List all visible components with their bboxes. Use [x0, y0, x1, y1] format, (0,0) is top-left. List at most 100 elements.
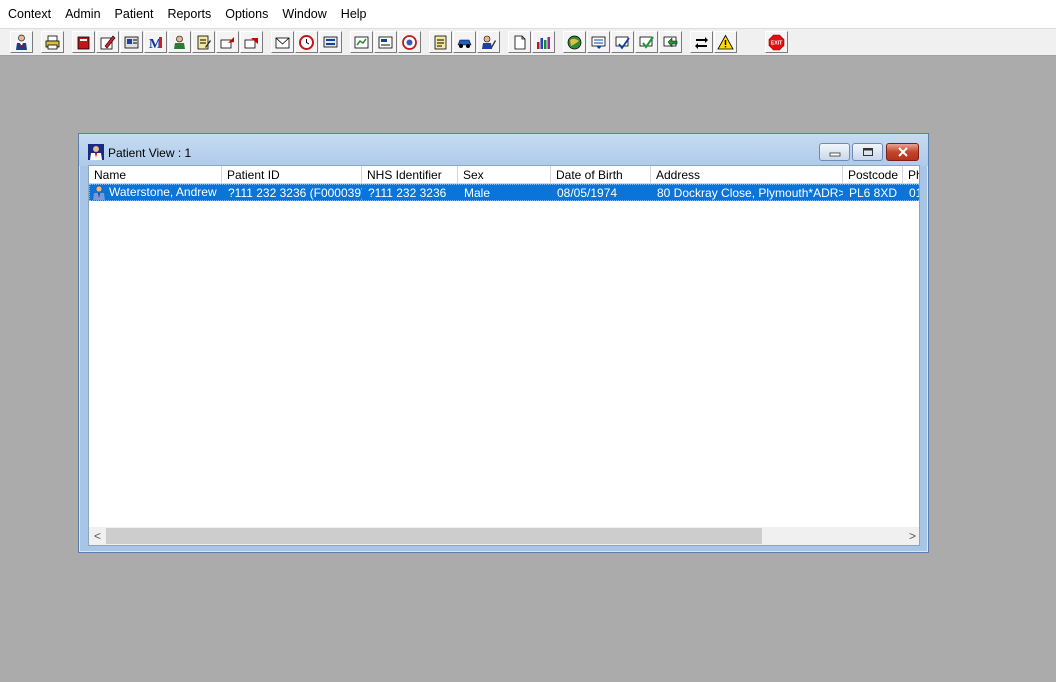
toolbar-group-exit: EXIT: [765, 31, 789, 53]
chart-button[interactable]: [350, 31, 373, 53]
toolbar-group-comms: [271, 31, 343, 53]
document-button[interactable]: [429, 31, 452, 53]
column-header-postcode[interactable]: Postcode: [843, 166, 903, 184]
toolbar-group-alerts: [690, 31, 738, 53]
edit-record-icon: [100, 35, 116, 49]
globe-button[interactable]: [563, 31, 586, 53]
window-titlebar[interactable]: Patient View : 1: [79, 134, 928, 166]
user-edit-icon: [482, 35, 496, 49]
form-button[interactable]: [374, 31, 397, 53]
cell-date-of-birth: 08/05/1974: [557, 186, 618, 200]
clock-button[interactable]: [295, 31, 318, 53]
close-icon: [897, 147, 908, 157]
bar-chart-icon: [537, 36, 550, 49]
checklist-icon: [591, 36, 606, 49]
maximize-button[interactable]: [852, 143, 883, 161]
accept-icon: [639, 35, 654, 49]
exit-icon-label: EXIT: [771, 40, 783, 46]
column-header-date-of-birth[interactable]: Date of Birth: [551, 166, 651, 184]
column-header-phone[interactable]: Ph: [903, 166, 919, 184]
horizontal-scrollbar[interactable]: < >: [89, 527, 919, 545]
letter-icon: [275, 37, 290, 48]
notes-icon: [197, 35, 211, 49]
car-button[interactable]: [453, 31, 476, 53]
scroll-left-icon[interactable]: <: [89, 527, 106, 545]
refresh-button[interactable]: [659, 31, 682, 53]
contacts-button[interactable]: [120, 31, 143, 53]
mail-icon: M: [149, 36, 162, 51]
cell-nhs-identifier: ?111 232 3236: [368, 186, 447, 200]
bar-chart-button[interactable]: [532, 31, 555, 53]
toolbar-group-print: [41, 31, 65, 53]
menu-reports[interactable]: Reports: [160, 2, 218, 26]
toolbar: M EXIT: [0, 28, 1056, 56]
restore-icon: [862, 148, 873, 156]
cell-phone: 01: [909, 186, 919, 200]
column-header-address[interactable]: Address: [651, 166, 843, 184]
menu-bar: Context Admin Patient Reports Options Wi…: [0, 0, 1056, 28]
refresh-icon: [663, 36, 678, 48]
menu-admin[interactable]: Admin: [58, 2, 107, 26]
menu-context[interactable]: Context: [1, 2, 58, 26]
patient-window-icon: [88, 144, 104, 160]
column-header-sex[interactable]: Sex: [458, 166, 551, 184]
exit-button[interactable]: EXIT: [765, 31, 788, 53]
contacts-icon: [124, 36, 139, 48]
minimize-button[interactable]: [819, 143, 850, 161]
patient-list-view: Name Patient ID NHS Identifier Sex Date …: [88, 165, 920, 546]
person-button[interactable]: [168, 31, 191, 53]
toolbar-group-pages: [508, 31, 556, 53]
close-button[interactable]: [886, 143, 919, 161]
person-icon: [174, 35, 185, 49]
referral-button[interactable]: [216, 31, 239, 53]
edit-record-button[interactable]: [96, 31, 119, 53]
transfer-icon: [244, 37, 258, 48]
checklist-button[interactable]: [587, 31, 610, 53]
column-header-nhs-identifier[interactable]: NHS Identifier: [362, 166, 458, 184]
patient-view-window: Patient View : 1 Name Patient ID NHS Ide…: [78, 133, 929, 553]
patient-search-button[interactable]: [10, 31, 33, 53]
cell-address: 80 Dockray Close, Plymouth*ADR>>: [657, 186, 843, 200]
monitor-button[interactable]: [319, 31, 342, 53]
toolbar-group-records: M: [72, 31, 264, 53]
cell-name-text: Waterstone, Andrew: [109, 185, 217, 199]
approve-button[interactable]: [611, 31, 634, 53]
user-edit-button[interactable]: [477, 31, 500, 53]
toolbar-group-reports: [350, 31, 422, 53]
menu-window[interactable]: Window: [275, 2, 333, 26]
car-icon: [457, 39, 472, 48]
cell-sex: Male: [464, 186, 491, 200]
column-header-patient-id[interactable]: Patient ID: [222, 166, 362, 184]
mail-button[interactable]: M: [144, 31, 167, 53]
dial-button[interactable]: [398, 31, 421, 53]
transfer-button[interactable]: [240, 31, 263, 53]
cell-name: Waterstone, Andrew: [90, 185, 222, 200]
menu-patient[interactable]: Patient: [108, 2, 161, 26]
globe-icon: [567, 35, 582, 49]
dial-icon: [402, 34, 417, 50]
accept-button[interactable]: [635, 31, 658, 53]
swap-button[interactable]: [690, 31, 713, 53]
cell-patient-id: ?111 232 3236 (F000039): [228, 186, 362, 200]
table-row[interactable]: Waterstone, Andrew ?111 232 3236 (F00003…: [89, 184, 919, 201]
print-button[interactable]: [41, 31, 64, 53]
menu-help[interactable]: Help: [334, 2, 374, 26]
warning-button[interactable]: [714, 31, 737, 53]
scroll-right-icon[interactable]: >: [904, 527, 919, 545]
page-button[interactable]: [508, 31, 531, 53]
letter-button[interactable]: [271, 31, 294, 53]
form-icon: [378, 36, 393, 48]
column-header-name[interactable]: Name: [89, 166, 222, 184]
minimize-icon: [829, 152, 840, 157]
window-title: Patient View : 1: [108, 146, 192, 160]
book-button[interactable]: [72, 31, 95, 53]
patient-search-icon: [16, 34, 27, 50]
cell-postcode: PL6 8XD: [849, 186, 898, 200]
toolbar-group-workflow: [563, 31, 683, 53]
scrollbar-thumb[interactable]: [106, 528, 762, 544]
toolbar-group-search: [10, 31, 34, 53]
printer-icon: [45, 35, 60, 49]
notes-button[interactable]: [192, 31, 215, 53]
document-icon: [434, 35, 447, 49]
menu-options[interactable]: Options: [218, 2, 275, 26]
